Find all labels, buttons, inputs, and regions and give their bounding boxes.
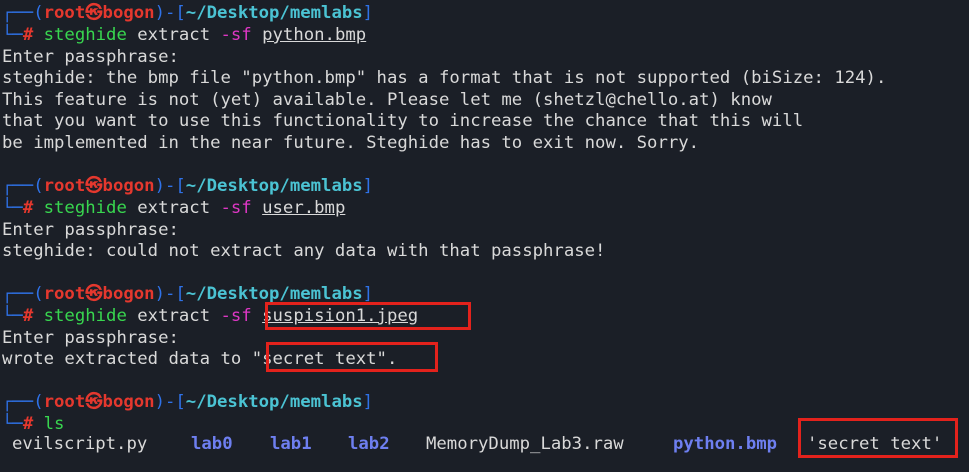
command-name: steghide [43,198,127,218]
terminal-window[interactable]: ┌──(root㉿bogon)-[~/Desktop/memlabs] └─# … [0,0,969,472]
command-name: ls [43,414,65,434]
prompt-corner-top: ┌──( [2,392,44,412]
command-file-arg: user.bmp [262,198,346,218]
ls-dir-lab1: lab1 [270,434,312,454]
prompt-path: ~/Desktop/memlabs [185,176,363,196]
ls-dir-lab0: lab0 [191,434,233,454]
command-flag: -sf [220,306,252,326]
prompt-host: bogon [102,284,155,304]
prompt-close-paren: )-[ [154,176,186,196]
prompt-at-symbol: ㉿ [85,3,103,23]
ls-file-secret-text: 'secret text' [807,434,943,454]
command-line: └─# steghide extract -sf python.bmp [2,24,366,46]
command-flag: -sf [220,25,252,45]
prompt-line: ┌──(root㉿bogon)-[~/Desktop/memlabs] [2,391,373,413]
prompt-corner-top: ┌──( [2,3,44,23]
command-name: steghide [43,306,127,326]
command-flag: -sf [220,198,252,218]
prompt-corner-bottom: └─ [2,25,23,45]
ls-file-memorydump: MemoryDump_Lab3.raw [426,434,624,454]
ls-file-python-bmp: python.bmp [673,434,778,454]
output-line: Enter passphrase: [2,220,179,240]
command-file-arg: python.bmp [262,25,367,45]
prompt-at-symbol: ㉿ [85,284,103,304]
prompt-path: ~/Desktop/memlabs [185,3,363,23]
prompt-hash: # [22,414,34,434]
prompt-user: root [43,284,86,304]
command-line: └─# steghide extract -sf suspision1.jpeg [2,305,418,327]
output-line: that you want to use this functionality … [2,111,804,131]
prompt-corner-top: ┌──( [2,176,44,196]
command-subcommand: extract [126,25,221,45]
command-line: └─# steghide extract -sf user.bmp [2,197,345,219]
output-line: steghide: could not extract any data wit… [2,241,606,261]
prompt-close-paren: )-[ [154,3,186,23]
command-subcommand: extract [126,306,221,326]
output-line: steghide: the bmp file "python.bmp" has … [2,68,887,88]
prompt-close-bracket: ] [362,392,374,412]
output-line: Enter passphrase: [2,328,179,348]
prompt-hash: # [22,198,34,218]
prompt-corner-bottom: └─ [2,198,23,218]
extracted-filename: "secret text". [251,349,398,369]
prompt-hash: # [22,306,34,326]
prompt-path: ~/Desktop/memlabs [185,392,363,412]
prompt-line: ┌──(root㉿bogon)-[~/Desktop/memlabs] [2,2,373,24]
output-line: wrote extracted data to "secret text". [2,348,397,370]
command-file-arg: suspision1.jpeg [262,306,419,326]
prompt-line: ┌──(root㉿bogon)-[~/Desktop/memlabs] [2,175,373,197]
prompt-close-bracket: ] [362,284,374,304]
prompt-user: root [43,392,86,412]
prompt-line: ┌──(root㉿bogon)-[~/Desktop/memlabs] [2,283,373,305]
command-line: └─# ls [2,413,64,435]
prompt-at-symbol: ㉿ [85,176,103,196]
prompt-close-bracket: ] [362,176,374,196]
prompt-corner-bottom: └─ [2,414,23,434]
command-subcommand: extract [126,198,221,218]
prompt-host: bogon [102,3,155,23]
prompt-close-bracket: ] [362,3,374,23]
prompt-host: bogon [102,176,155,196]
prompt-close-paren: )-[ [154,392,186,412]
prompt-corner-top: ┌──( [2,284,44,304]
output-text: wrote extracted data to [2,349,252,369]
prompt-user: root [43,176,86,196]
output-line: This feature is not (yet) available. Ple… [2,90,772,110]
prompt-at-symbol: ㉿ [85,392,103,412]
prompt-corner-bottom: └─ [2,306,23,326]
output-line: be implemented in the near future. Stegh… [2,133,700,153]
prompt-hash: # [22,25,34,45]
ls-dir-lab2: lab2 [348,434,390,454]
output-line: Enter passphrase: [2,47,179,67]
prompt-close-paren: )-[ [154,284,186,304]
prompt-user: root [43,3,86,23]
command-name: steghide [43,25,127,45]
ls-output: evilscript.py lab0 lab1 lab2 MemoryDump_… [0,433,969,455]
ls-file-evilscript: evilscript.py [12,434,148,454]
prompt-host: bogon [102,392,155,412]
prompt-path: ~/Desktop/memlabs [185,284,363,304]
